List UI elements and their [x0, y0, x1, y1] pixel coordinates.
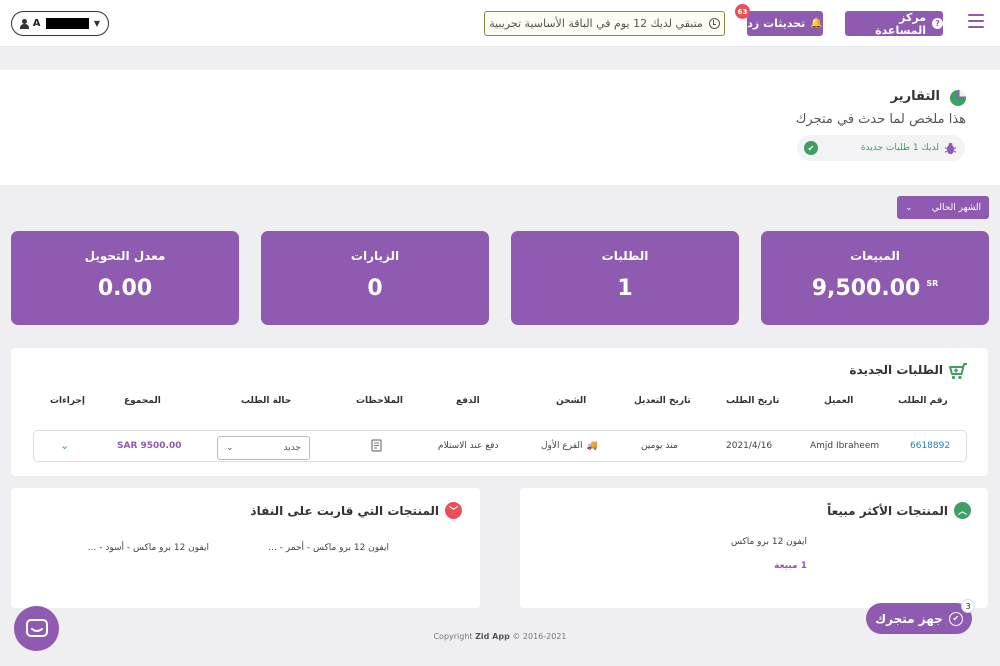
chevron-down-icon: ▼ — [93, 19, 100, 28]
period-dropdown[interactable]: الشهر الحالي ⌄ — [897, 196, 989, 219]
stat-card-visits: الزيارات 0 — [261, 231, 489, 325]
user-name: A — [32, 18, 41, 29]
hamburger-menu-icon[interactable] — [968, 14, 984, 28]
copyright-brand: Zid App — [475, 632, 510, 641]
stat-label: الطلبات — [601, 249, 649, 263]
low-stock-product: ايفون 12 برو ماكس - أسود - ... — [87, 543, 209, 553]
expand-row-chevron-icon[interactable]: ⌄ — [60, 439, 69, 452]
help-center-button[interactable]: ? مركز المساعدة — [845, 10, 943, 37]
updates-count-badge: 63 — [735, 4, 750, 19]
chevron-up-icon[interactable]: ︿ — [954, 502, 971, 519]
page-title: التقارير — [890, 89, 940, 104]
payment-method: دفع عند الاستلام — [438, 441, 499, 451]
footer-copyright: Copyright Zid App © 2016-2021 — [0, 632, 1000, 641]
help-center-label: مركز المساعدة — [875, 10, 927, 37]
new-orders-title: الطلبات الجديدة — [849, 363, 943, 377]
cart-icon — [949, 363, 967, 380]
column-header-order-no: رقم الطلب — [898, 396, 948, 406]
shipping-method: 🚚 الفرع الأول — [541, 441, 598, 451]
table-row: 6618892 Amjd Ibraheem 2021/4/16 منذ يومي… — [33, 430, 967, 462]
zid-updates-button[interactable]: 🔔 تحديثات زد — [747, 11, 823, 36]
check-circle-icon: ✔ — [948, 611, 963, 626]
stat-label: الزيارات — [350, 249, 400, 263]
currency-label: SR — [926, 279, 939, 288]
prepare-store-label: جهز متجرك — [875, 611, 943, 626]
top-bar: ? مركز المساعدة 🔔 تحديثات زد 63 متبقي لد… — [0, 0, 1000, 47]
modified-date: منذ يومين — [641, 441, 678, 451]
order-status-select[interactable]: جديد ⌄ — [217, 436, 310, 460]
order-date: 2021/4/16 — [726, 441, 773, 451]
redacted-user-name — [45, 18, 89, 29]
chevron-down-icon: ⌄ — [226, 443, 234, 453]
truck-icon: 🚚 — [586, 441, 598, 451]
best-selling-title: المنتجات الأكثر مبيعاً — [827, 504, 948, 518]
new-orders-notice[interactable]: لديك 1 طلبات جديدة ✔ — [797, 135, 965, 161]
notes-icon[interactable] — [371, 439, 383, 455]
column-header-customer: العميل — [824, 396, 854, 406]
zid-updates-label: تحديثات زد — [747, 17, 806, 30]
copyright-years: © 2016-2021 — [512, 632, 567, 641]
chat-support-button[interactable] — [14, 606, 59, 651]
check-circle-icon: ✔ — [804, 141, 818, 155]
page-subtitle: هذا ملخص لما حدث في متجرك — [795, 112, 966, 127]
column-header-total: المجموع — [124, 396, 161, 406]
prepare-store-count-badge: 3 — [961, 599, 975, 613]
column-header-payment: الدفع — [456, 396, 480, 406]
column-header-shipping: الشحن — [556, 396, 587, 406]
column-header-actions: إجراءات — [50, 396, 85, 406]
stat-label: معدل التحويل — [84, 249, 166, 263]
order-number-link[interactable]: 6618892 — [910, 441, 950, 451]
column-header-status: حالة الطلب — [241, 396, 292, 406]
column-header-order-date: تاريخ الطلب — [726, 396, 780, 406]
question-icon: ? — [932, 18, 943, 29]
stat-label: المبيعات — [850, 249, 900, 263]
stat-value: 0 — [367, 276, 383, 301]
chevron-down-icon: ⌄ — [905, 202, 913, 213]
reports-header-panel: التقارير هذا ملخص لما حدث في متجرك لديك … — [0, 70, 1000, 185]
stat-card-sales: المبيعات 9,500.00 SR — [761, 231, 989, 325]
clock-icon — [708, 18, 720, 29]
prepare-store-button[interactable]: ✔ جهز متجرك — [866, 603, 972, 634]
user-menu-button[interactable]: A ▼ — [11, 11, 109, 36]
bug-icon — [944, 142, 957, 154]
trial-notice: متبقي لديك 12 يوم في الباقة الأساسية تجر… — [484, 11, 725, 36]
best-selling-product-sales: 1 مبيعة — [774, 561, 807, 571]
trial-notice-text: متبقي لديك 12 يوم في الباقة الأساسية تجر… — [489, 17, 703, 30]
chevron-down-icon[interactable]: ﹀ — [445, 502, 462, 519]
stat-value: 1 — [617, 276, 633, 301]
low-stock-product: ايفون 12 برو ماكس - أحمر - ... — [268, 543, 389, 553]
new-orders-panel: الطلبات الجديدة رقم الطلب العميل تاريخ ا… — [11, 348, 988, 476]
stat-card-conversion: معدل التحويل 0.00 — [11, 231, 239, 325]
column-header-notes: الملاحظات — [356, 396, 404, 406]
stat-card-orders: الطلبات 1 — [511, 231, 739, 325]
stat-value: 0.00 — [97, 276, 153, 301]
best-selling-product-name: ايفون 12 برو ماكس — [730, 537, 807, 547]
shipping-method-text: الفرع الأول — [541, 441, 583, 451]
pie-chart-icon — [950, 88, 968, 106]
stat-value: 9,500.00 SR — [761, 276, 989, 301]
order-status-value: جديد — [283, 443, 301, 453]
customer-name: Amjd Ibraheem — [810, 441, 880, 451]
copyright-prefix: Copyright — [433, 632, 473, 641]
bell-icon: 🔔 — [810, 18, 823, 29]
low-stock-panel: ﹀ المنتجات التي قاربت على النفاذ ايفون 1… — [11, 488, 480, 608]
new-orders-notice-text: لديك 1 طلبات جديدة — [860, 143, 939, 153]
low-stock-title: المنتجات التي قاربت على النفاذ — [250, 504, 439, 518]
order-total: SAR 9500.00 — [117, 441, 182, 451]
stat-value-number: 9,500.00 — [811, 276, 921, 301]
period-dropdown-label: الشهر الحالي — [931, 202, 981, 213]
best-selling-panel: ︿ المنتجات الأكثر مبيعاً ايفون 12 برو ما… — [520, 488, 988, 608]
user-icon — [20, 18, 29, 29]
chat-icon — [25, 618, 48, 637]
column-header-modified-date: تاريخ التعديل — [634, 396, 691, 406]
